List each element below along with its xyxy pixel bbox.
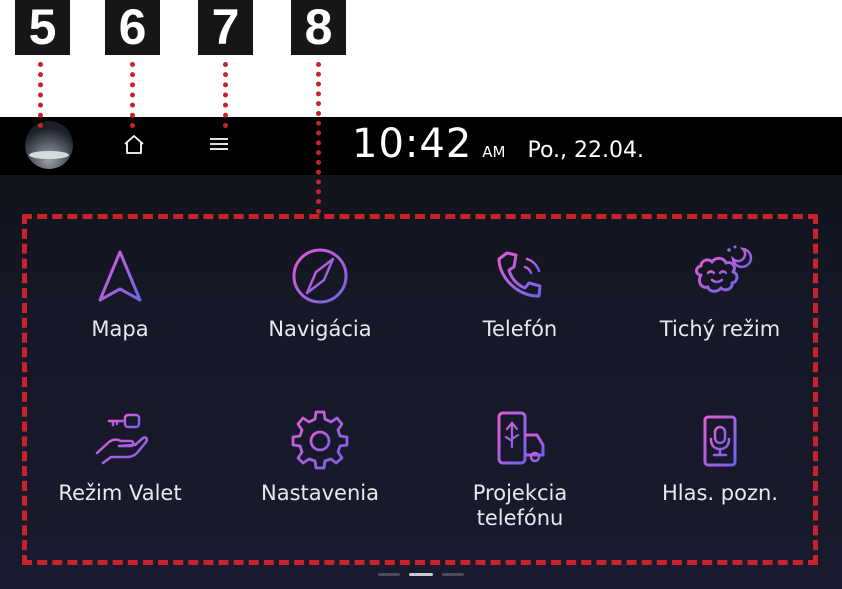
hamburger-menu-icon[interactable]: [206, 131, 232, 157]
clock-time: 10:42: [352, 121, 473, 167]
callout-8-frame: [22, 214, 818, 565]
page-indicator-2-active[interactable]: [409, 573, 433, 576]
profile-avatar[interactable]: [25, 121, 73, 169]
clock: 10:42 AM Po., 22.04.: [352, 121, 644, 171]
page-indicator-1[interactable]: [378, 573, 400, 576]
home-icon[interactable]: [121, 131, 147, 157]
callout-6: 6: [105, 0, 160, 55]
clock-date: Po., 22.04.: [527, 138, 644, 163]
callout-5-leader: [38, 62, 43, 128]
status-bar: 10:42 AM Po., 22.04.: [0, 117, 842, 175]
callout-6-leader: [130, 62, 135, 128]
callout-5: 5: [15, 0, 70, 55]
callout-7: 7: [198, 0, 253, 55]
callout-7-leader: [223, 62, 228, 128]
clock-ampm: AM: [482, 143, 506, 161]
infotainment-screen: 10:42 AM Po., 22.04. Mapa Navigácia Tele…: [0, 117, 842, 589]
page-indicator-3[interactable]: [442, 573, 464, 576]
callout-8-leader: [316, 62, 321, 214]
callout-8: 8: [291, 0, 346, 55]
